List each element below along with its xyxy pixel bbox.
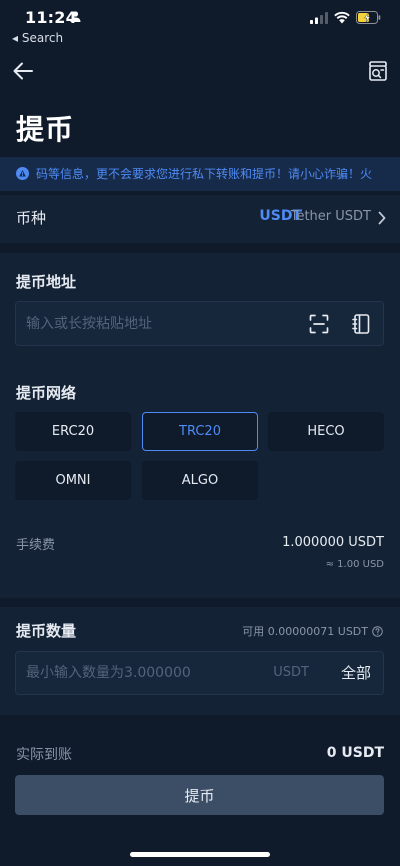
coin-name: Tether USDT — [290, 209, 371, 224]
network-option-algo[interactable]: ALGO — [142, 461, 258, 500]
amount-unit: USDT — [273, 665, 309, 680]
chevron-right-icon — [378, 211, 386, 225]
network-option-erc20[interactable]: ERC20 — [15, 412, 131, 451]
amount-input[interactable] — [26, 652, 256, 694]
fee-label: 手续费 — [16, 538, 56, 553]
address-input[interactable] — [26, 302, 296, 345]
address-label: 提币地址 — [16, 273, 77, 291]
back-arrow-icon[interactable] — [12, 61, 34, 81]
amount-label: 提币数量 — [16, 622, 77, 640]
amount-field: USDT 全部 — [15, 651, 384, 695]
coin-selector[interactable]: 币种 USDT Tether USDT — [0, 195, 400, 243]
fee-value: 1.000000 USDT — [282, 535, 384, 550]
network-label: 提币网络 — [16, 384, 77, 402]
available-balance-text: 可用 0.00000071 USDT — [242, 625, 368, 638]
wifi-icon — [334, 11, 350, 24]
scan-qr-icon[interactable] — [309, 314, 329, 334]
network-option-omni[interactable]: OMNI — [15, 461, 131, 500]
address-field — [15, 301, 384, 346]
back-to-search-link[interactable]: ◂ Search — [12, 31, 63, 45]
coin-label: 币种 — [16, 209, 47, 227]
notice-banner: 码等信息，更不会要求您进行私下转账和提币！请小心诈骗！火 — [0, 157, 400, 191]
signal-icon — [310, 12, 328, 24]
fee-fiat-value: ≈ 1.00 USD — [325, 559, 384, 570]
withdraw-history-icon[interactable] — [367, 60, 389, 82]
person-icon — [70, 11, 81, 22]
received-label: 实际到账 — [16, 747, 72, 763]
address-book-icon[interactable] — [352, 314, 370, 334]
battery-charging-icon — [356, 11, 381, 24]
network-option-heco[interactable]: HECO — [268, 412, 384, 451]
available-balance: 可用 0.00000071 USDT — [242, 623, 383, 639]
home-indicator — [130, 852, 270, 857]
withdraw-submit-button[interactable]: 提币 — [15, 775, 384, 815]
page-title: 提币 — [16, 113, 75, 146]
withdraw-all-button[interactable]: 全部 — [341, 662, 371, 683]
notice-text: 码等信息，更不会要求您进行私下转账和提币！请小心诈骗！火 — [36, 167, 373, 181]
received-value: 0 USDT — [326, 745, 384, 761]
network-option-trc20[interactable]: TRC20 — [142, 412, 258, 451]
info-icon[interactable] — [372, 625, 383, 637]
notice-warning-icon — [16, 167, 29, 180]
